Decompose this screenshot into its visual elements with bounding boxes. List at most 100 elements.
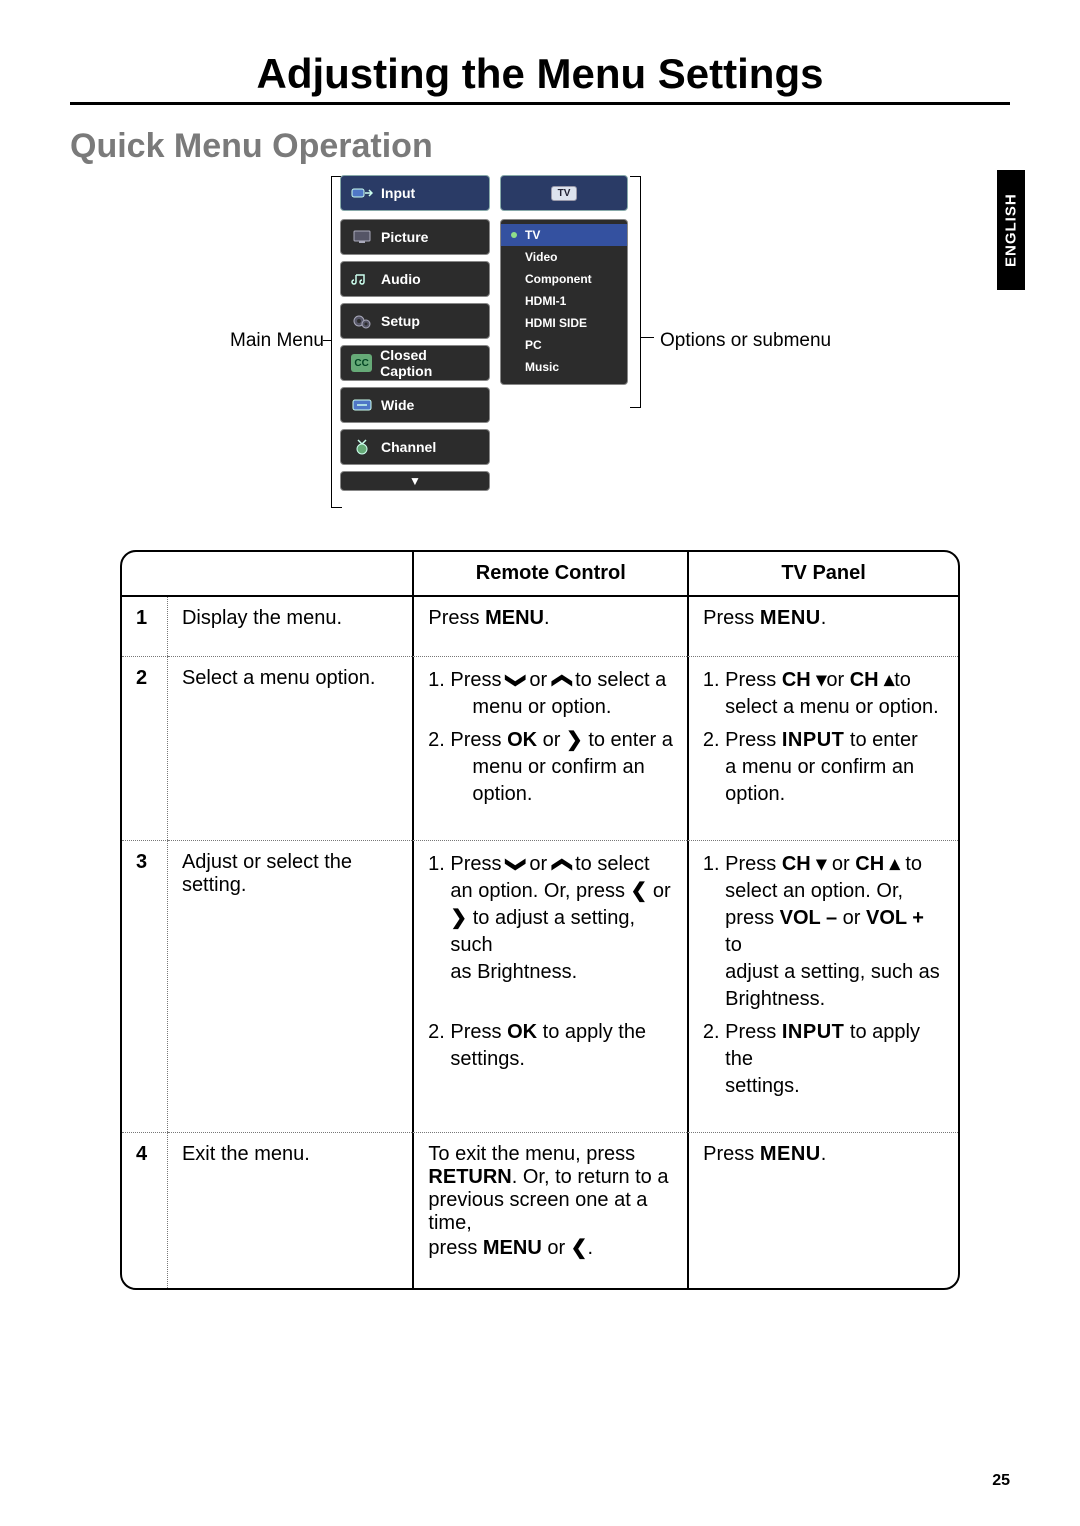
submenu-item: HDMI SIDE — [501, 312, 627, 334]
step-number: 2 — [122, 656, 168, 840]
tri-down-icon: ▾ — [816, 669, 826, 691]
text: Press — [725, 729, 782, 751]
step-remote: Press ❯ or ❯ to select a menu or option.… — [412, 656, 687, 840]
menu-key: MENU — [483, 1237, 542, 1259]
right-icon: ❯ — [450, 907, 467, 929]
cc-icon: CC — [351, 354, 372, 372]
text: Press — [450, 669, 507, 691]
menu-label: Channel — [381, 439, 436, 455]
text: adjust a setting, such as — [725, 959, 944, 986]
up-icon: ❯ — [548, 672, 575, 689]
page-number: 25 — [992, 1472, 1010, 1490]
step-panel: Press CH ▾ or CH ▴ to select an option. … — [687, 840, 958, 1132]
left-icon: ❮ — [631, 880, 648, 902]
ok-key: OK — [507, 729, 537, 751]
text: previous screen one at a time, — [428, 1189, 673, 1235]
submenu-list: TV Video Component HDMI-1 HDMI SIDE PC M… — [500, 219, 628, 385]
text: to select a — [570, 669, 667, 691]
text: press — [428, 1237, 482, 1259]
ch-key: CH — [855, 853, 884, 875]
text: press — [725, 907, 779, 929]
step-desc: Select a menu option. — [168, 656, 412, 840]
vol-minus-key: VOL – — [780, 907, 837, 929]
main-menu-item-wide: Wide — [340, 387, 490, 423]
right-icon: ❯ — [566, 729, 583, 751]
table-row: 1 Display the menu. Press MENU. Press ME… — [122, 597, 958, 656]
main-menu-label: Main Menu — [230, 330, 324, 352]
text: To exit the menu, press — [428, 1143, 673, 1166]
text: to select — [570, 853, 650, 875]
ch-key: CH — [782, 853, 811, 875]
text: Brightness. — [725, 986, 944, 1013]
text: Press — [725, 853, 782, 875]
main-menu-item-picture: Picture — [340, 219, 490, 255]
text: to — [894, 669, 911, 691]
text: Adjust or select the — [182, 851, 398, 874]
page-title: Adjusting the Menu Settings — [70, 50, 1010, 98]
audio-icon — [351, 270, 373, 288]
wide-icon — [351, 396, 373, 414]
down-icon: ❯ — [502, 856, 529, 873]
main-menu-item-channel: Channel — [340, 429, 490, 465]
main-menu-item-setup: Setup — [340, 303, 490, 339]
input-key: INPUT — [782, 1021, 845, 1043]
menu-label: Closed Caption — [380, 347, 479, 379]
text: or — [537, 729, 566, 751]
setup-icon — [351, 312, 373, 330]
submenu-label: Component — [525, 272, 592, 286]
text: select a menu or option. — [725, 694, 944, 721]
th-blank — [122, 552, 412, 597]
ch-key: CH — [782, 669, 811, 691]
text: Press — [703, 607, 760, 629]
input-icon — [351, 184, 373, 202]
text: select an option. Or, — [725, 878, 944, 905]
main-menu-item-cc: CC Closed Caption — [340, 345, 490, 381]
step-desc: Exit the menu. — [168, 1132, 412, 1288]
ch-key: CH — [850, 669, 879, 691]
text: to adjust a setting, such — [450, 907, 635, 956]
text: to enter a — [583, 729, 673, 751]
submenu-label: Video — [525, 250, 557, 264]
step-remote: Press MENU. — [412, 597, 687, 656]
options-label: Options or submenu — [660, 330, 831, 352]
step-remote: To exit the menu, press RETURN. Or, to r… — [412, 1132, 687, 1288]
bracket-right — [630, 176, 641, 408]
vol-plus-key: VOL + — [866, 907, 924, 929]
submenu-label: HDMI SIDE — [525, 316, 587, 330]
submenu-item: Component — [501, 268, 627, 290]
text: or — [826, 669, 849, 691]
step-panel: Press CH ▾or CH ▴to select a menu or opt… — [687, 656, 958, 840]
step-number: 1 — [122, 597, 168, 656]
main-menu-column: Input Picture Audio Setup — [340, 175, 490, 491]
table-row: 2 Select a menu option. Press ❯ or ❯ to … — [122, 656, 958, 840]
step-number: 4 — [122, 1132, 168, 1288]
text: option. — [725, 781, 944, 808]
submenu-label: PC — [525, 338, 542, 352]
tri-up-icon: ▴ — [890, 853, 900, 875]
menu-pager: ▼ — [340, 471, 490, 491]
text: to — [900, 853, 922, 875]
th-remote: Remote Control — [412, 552, 687, 597]
submenu-item: Music — [501, 356, 627, 378]
text: to — [725, 934, 742, 956]
menu-label: Input — [381, 185, 415, 201]
text: Press — [428, 607, 485, 629]
text: as Brightness. — [450, 959, 673, 986]
submenu-item: PC — [501, 334, 627, 356]
text: or — [837, 907, 866, 929]
step-panel: Press MENU. — [687, 1132, 958, 1288]
menu-label: Wide — [381, 397, 414, 413]
menu-key: MENU — [760, 1143, 821, 1165]
menu-label: Setup — [381, 313, 420, 329]
text: or — [542, 1237, 571, 1259]
up-icon: ❯ — [548, 856, 575, 873]
text: to apply the — [537, 1021, 646, 1043]
tri-down-icon: ▾ — [816, 853, 826, 875]
left-icon: ❮ — [571, 1237, 588, 1259]
picture-icon — [351, 228, 373, 246]
submenu-label: HDMI-1 — [525, 294, 566, 308]
text: or — [647, 880, 670, 902]
text: settings. — [725, 1073, 944, 1100]
active-dot-icon — [511, 232, 517, 238]
submenu-column: TV TV Video Component HDMI-1 HDMI SIDE P… — [500, 175, 628, 385]
